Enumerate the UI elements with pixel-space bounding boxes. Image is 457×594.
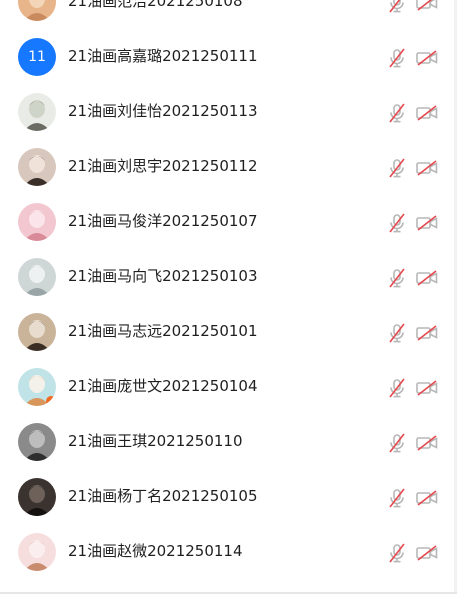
participant-name: 21油画杨丁名2021250105 xyxy=(68,487,258,505)
avatar[interactable] xyxy=(18,148,56,186)
mic-muted-icon[interactable] xyxy=(388,378,406,398)
participant-row[interactable]: 21油画马向飞2021250103 xyxy=(0,240,457,296)
camera-off-icon[interactable] xyxy=(416,105,438,121)
avatar-initial-label: 11 xyxy=(28,49,46,65)
avatar[interactable] xyxy=(18,313,56,351)
participant-row[interactable]: 21油画刘佳怡2021250113 xyxy=(0,75,457,131)
avatar[interactable] xyxy=(18,423,56,461)
participant-row[interactable]: 11 21油画高嘉璐2021250111 xyxy=(0,20,457,76)
mic-muted-icon[interactable] xyxy=(388,268,406,288)
avatar[interactable] xyxy=(18,478,56,516)
participant-name: 21油画马志远2021250101 xyxy=(68,322,258,340)
avatar[interactable]: 11 xyxy=(18,38,56,76)
camera-off-icon[interactable] xyxy=(416,215,438,231)
participant-name: 21油画马俊洋2021250107 xyxy=(68,212,258,230)
participant-name: 21油画刘思宇2021250112 xyxy=(68,157,258,175)
participant-name: 21油画赵微2021250114 xyxy=(68,542,243,560)
participant-row[interactable]: 21油画赵微2021250114 xyxy=(0,515,457,571)
participant-row[interactable]: 21油画杨丁名2021250105 xyxy=(0,460,457,516)
avatar[interactable] xyxy=(18,258,56,296)
mic-muted-icon[interactable] xyxy=(388,103,406,123)
camera-off-icon[interactable] xyxy=(416,50,438,66)
participant-row[interactable]: 21油画刘思宇2021250112 xyxy=(0,130,457,186)
camera-off-icon[interactable] xyxy=(416,160,438,176)
participant-row[interactable]: 21油画马志远2021250101 xyxy=(0,295,457,351)
mic-muted-icon[interactable] xyxy=(388,433,406,453)
participant-row[interactable]: 21油画庞世文2021250104 xyxy=(0,350,457,406)
avatar[interactable] xyxy=(18,368,56,406)
participant-row[interactable]: 21油画王琪2021250110 xyxy=(0,405,457,461)
camera-off-icon[interactable] xyxy=(416,435,438,451)
camera-off-icon[interactable] xyxy=(416,0,438,11)
mic-muted-icon[interactable] xyxy=(388,158,406,178)
participant-name: 21油画马向飞2021250103 xyxy=(68,267,258,285)
participant-row[interactable]: 21油画马俊洋2021250107 xyxy=(0,185,457,241)
participant-list: 21油画范洁2021250108 11 21油画高嘉璐2021250111 21油画刘… xyxy=(0,0,457,571)
participant-name: 21油画范洁2021250108 xyxy=(68,0,243,10)
mic-muted-icon[interactable] xyxy=(388,488,406,508)
camera-off-icon[interactable] xyxy=(416,270,438,286)
participant-name: 21油画高嘉璐2021250111 xyxy=(68,47,258,65)
camera-off-icon[interactable] xyxy=(416,380,438,396)
camera-off-icon[interactable] xyxy=(416,325,438,341)
mic-muted-icon[interactable] xyxy=(388,48,406,68)
mic-muted-icon[interactable] xyxy=(388,323,406,343)
participant-name: 21油画庞世文2021250104 xyxy=(68,377,258,395)
avatar[interactable] xyxy=(18,0,56,21)
camera-off-icon[interactable] xyxy=(416,545,438,561)
participant-row[interactable]: 21油画范洁2021250108 xyxy=(0,0,457,21)
mic-muted-icon[interactable] xyxy=(388,213,406,233)
participant-name: 21油画王琪2021250110 xyxy=(68,432,243,450)
participant-name: 21油画刘佳怡2021250113 xyxy=(68,102,258,120)
avatar[interactable] xyxy=(18,93,56,131)
camera-off-icon[interactable] xyxy=(416,490,438,506)
avatar[interactable] xyxy=(18,203,56,241)
mic-muted-icon[interactable] xyxy=(388,0,406,13)
mic-muted-icon[interactable] xyxy=(388,543,406,563)
avatar[interactable] xyxy=(18,533,56,571)
